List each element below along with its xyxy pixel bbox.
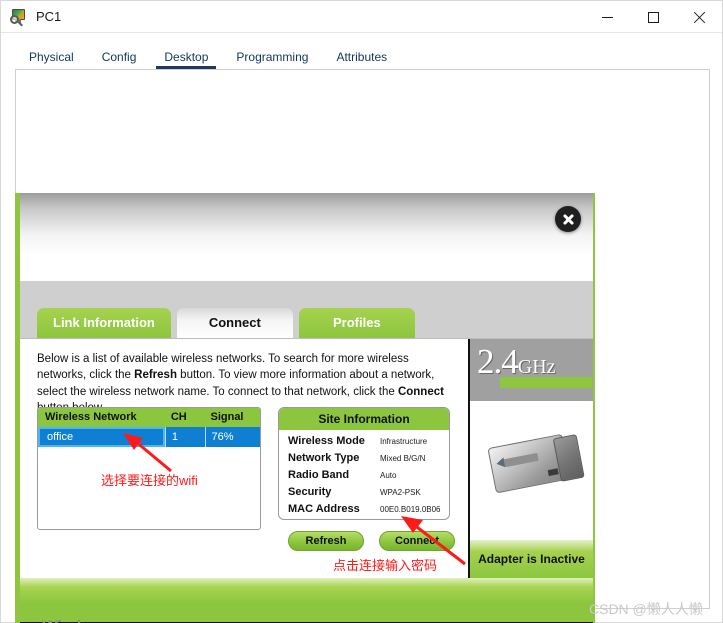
field-value: WPA2-PSK <box>380 488 421 497</box>
column-header-network-name: Wireless Network Name <box>45 411 137 442</box>
app-tab-connect[interactable]: Connect <box>176 308 293 338</box>
pcmcia-wireless-card-icon <box>487 431 588 505</box>
table-header-row: Wireless Network Name CH Signal <box>38 408 260 442</box>
field-label: Security <box>288 486 332 498</box>
connect-right-pane: 2.4GHz Adapter is Inactive <box>468 339 593 578</box>
site-information-panel: Site Information Wireless Mode Infrastru… <box>278 407 450 520</box>
column-header-signal: Signal <box>210 411 244 423</box>
field-label: Network Type <box>288 452 360 464</box>
band-unit: GHz <box>517 356 556 378</box>
adapter-image-area <box>470 401 593 541</box>
application-window: PC1 Physical Config Desktop Programming … <box>0 0 723 623</box>
connect-panel: Below is a list of available wireless ne… <box>20 338 593 578</box>
window-title: PC1 <box>36 9 62 24</box>
connect-left-pane: Below is a list of available wireless ne… <box>20 339 468 578</box>
field-label: Wireless Mode <box>288 435 365 447</box>
wireless-networks-table[interactable]: Wireless Network Name CH Signal office 1… <box>37 407 261 530</box>
band-label: 2.4GHz <box>477 344 556 379</box>
maximize-button[interactable] <box>630 1 676 33</box>
field-mac-address: MAC Address 00E0.B019.0B06 <box>288 503 449 519</box>
adapter-status-badge: Adapter is Inactive <box>470 540 593 578</box>
app-bottom-green-bar <box>20 578 593 620</box>
site-information-title: Site Information <box>279 408 449 430</box>
connect-button[interactable]: Connect <box>379 531 455 551</box>
field-value: Auto <box>380 471 397 480</box>
tab-config[interactable]: Config <box>88 47 151 69</box>
tab-desktop[interactable]: Desktop <box>150 47 222 69</box>
device-tab-bar: Physical Config Desktop Programming Attr… <box>15 46 710 69</box>
close-icon <box>562 213 575 226</box>
app-tab-link-information[interactable]: Link Information <box>37 308 171 338</box>
action-button-row: Refresh Connect <box>288 531 455 551</box>
minimize-icon <box>601 16 613 18</box>
cell-channel: 1 <box>164 427 205 447</box>
cell-network-name[interactable]: office <box>38 427 165 447</box>
field-radio-band: Radio Band Auto <box>288 469 449 486</box>
tab-physical[interactable]: Physical <box>15 47 88 69</box>
field-wireless-mode: Wireless Mode Infrastructure <box>288 435 449 452</box>
wireless-network-monitor-app: Link Information Connect Profiles Below … <box>15 193 595 623</box>
tab-programming[interactable]: Programming <box>222 47 322 69</box>
instructions-refresh-emphasis: Refresh <box>134 369 177 382</box>
maximize-icon <box>647 11 659 23</box>
pc-device-icon <box>10 8 28 26</box>
table-row[interactable]: office 1 76% <box>38 427 260 447</box>
field-security: Security WPA2-PSK <box>288 486 449 503</box>
app-tab-profiles[interactable]: Profiles <box>298 308 415 338</box>
field-value: Mixed B/G/N <box>380 454 426 463</box>
field-label: Radio Band <box>288 469 350 481</box>
field-value: Infrastructure <box>380 437 428 446</box>
watermark: CSDN @懒人人懒 <box>589 601 703 617</box>
column-header-channel: CH <box>170 411 187 423</box>
window-controls <box>584 1 722 33</box>
app-header-banner <box>20 193 593 281</box>
band-number: 2.4 <box>477 342 519 381</box>
close-button[interactable] <box>676 1 722 33</box>
refresh-button[interactable]: Refresh <box>288 531 364 551</box>
close-icon <box>693 11 706 24</box>
field-value: 00E0.B019.0B06 <box>380 505 441 514</box>
cell-signal: 76% <box>204 427 261 447</box>
instructions-connect-emphasis: Connect <box>397 385 444 398</box>
minimize-button[interactable] <box>584 1 630 33</box>
app-close-button[interactable] <box>555 206 581 232</box>
tab-attributes[interactable]: Attributes <box>322 47 401 69</box>
field-network-type: Network Type Mixed B/G/N <box>288 452 449 469</box>
app-tab-bar: Link Information Connect Profiles <box>20 307 593 338</box>
app-header-divider <box>20 281 593 307</box>
footer-brand: Wireless-N <box>42 617 123 623</box>
annotation-click-connect: 点击连接输入密码 <box>333 558 438 573</box>
band-indicator: 2.4GHz <box>470 339 593 401</box>
annotation-select-wifi: 选择要连接的wifi <box>101 473 198 488</box>
footer-brand-wireless: Wireless- <box>42 617 113 623</box>
band-accent-bar <box>500 377 592 388</box>
window-titlebar: PC1 <box>1 1 722 33</box>
field-label: MAC Address <box>288 503 360 515</box>
site-information-fields: Wireless Mode Infrastructure Network Typ… <box>279 430 449 519</box>
screenshot-root: PC1 Physical Config Desktop Programming … <box>0 0 723 623</box>
